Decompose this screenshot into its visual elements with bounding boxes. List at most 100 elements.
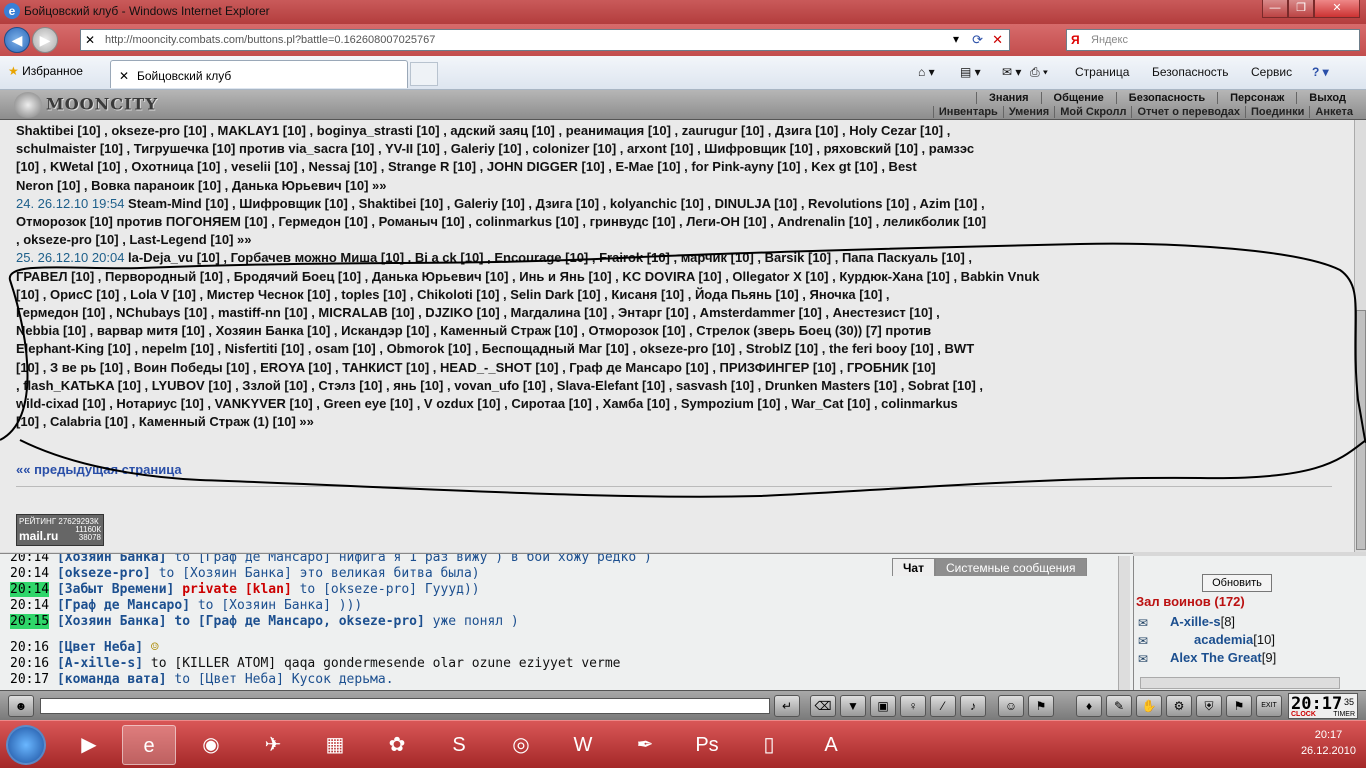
clock-label: CLOCK — [1291, 711, 1316, 718]
user-item[interactable]: Alex The Great[9] — [1170, 650, 1276, 665]
action-icon-4[interactable]: ⚙ — [1166, 695, 1192, 717]
new-tab-button[interactable] — [410, 62, 438, 86]
smiles-icon[interactable]: ☺ — [998, 695, 1024, 717]
send-icon[interactable]: ↵ — [774, 695, 800, 717]
tools-menu[interactable]: Сервис — [1251, 65, 1292, 79]
menu-knowledge[interactable]: Знания — [976, 92, 1040, 104]
turn-timestamp: 24. 26.12.10 19:54 — [16, 195, 125, 211]
help-icon[interactable]: ? ▾ — [1312, 65, 1329, 79]
chat-input[interactable] — [40, 698, 770, 714]
word-icon[interactable]: W — [556, 725, 610, 765]
clear-icon[interactable]: ⌫ — [810, 695, 836, 717]
log-line: [10] , Calabria [10] , Каменный Страж (1… — [16, 414, 314, 430]
stop-icon[interactable]: ✕ — [992, 32, 1003, 48]
action-icon-3[interactable]: ✋ — [1136, 695, 1162, 717]
yandex-icon: Я — [1071, 33, 1080, 47]
menu-battles[interactable]: Поединки — [1245, 106, 1309, 118]
refresh-button[interactable]: Обновить — [1202, 574, 1272, 592]
media-player-icon[interactable]: ▶ — [62, 725, 116, 765]
log-line: Гермедон [10] , NChubays [10] , mastiff-… — [16, 305, 940, 321]
system-tray-clock[interactable]: 20:17 26.12.2010 — [1301, 727, 1356, 759]
people-icon[interactable]: ♀ — [900, 695, 926, 717]
user-item[interactable]: A-xille-s[8] — [1170, 614, 1235, 629]
mailru-rating-counter[interactable]: РЕЙТИНГ 27629293К mail.ru 11160К 38078 — [16, 514, 104, 546]
user-action-icon[interactable]: ✉ — [1138, 652, 1160, 666]
app-icon[interactable]: ✈ — [246, 725, 300, 765]
tab-chat[interactable]: Чат — [892, 558, 935, 576]
smiley-icon: ☺ — [150, 640, 159, 655]
page-menu[interactable]: Страница — [1075, 65, 1129, 79]
chat-tabs: Чат Системные сообщения — [892, 558, 1087, 576]
photoshop-icon[interactable]: Ps — [680, 725, 734, 765]
turn-timestamp: 25. 26.12.10 20:04 — [16, 250, 125, 266]
chat-scrollbar[interactable] — [1118, 556, 1130, 690]
app-icon-2[interactable]: ✒ — [618, 725, 672, 765]
chat-line: 20:17 [команда вата] to [Цвет Неба] Кусо… — [10, 672, 394, 687]
ie-taskbar-icon[interactable]: e — [122, 725, 176, 765]
maximize-button[interactable]: ❐ — [1288, 0, 1314, 18]
feeds-icon[interactable]: ▤ ▾ — [960, 65, 981, 79]
print-icon[interactable]: ⎙ ▾ — [1030, 65, 1048, 80]
filter-icon[interactable]: ▼ — [840, 695, 866, 717]
user-item[interactable]: academia[10] — [1194, 632, 1275, 647]
content-scrollbar[interactable] — [1354, 120, 1366, 552]
app-icon-3[interactable]: ▯ — [742, 725, 796, 765]
battle-log-area: Shaktibei [10] , okseze-pro [10] , MAKLA… — [0, 120, 1354, 552]
user-action-icon[interactable]: ✉ — [1138, 634, 1160, 648]
user-action-icon[interactable]: ✉ — [1138, 616, 1160, 630]
translit-icon[interactable]: ⚑ — [1028, 695, 1054, 717]
menu-profile[interactable]: Анкета — [1309, 106, 1358, 118]
action-icon-5[interactable]: ⛨ — [1196, 695, 1222, 717]
tray-date: 26.12.2010 — [1300, 745, 1356, 757]
search-field[interactable]: Я Яндекс — [1066, 29, 1360, 51]
action-icon-2[interactable]: ✎ — [1106, 695, 1132, 717]
chat-line: 20:14 [Забыт Времени] private [klan] to … — [10, 582, 480, 597]
firefox-icon[interactable]: ◉ — [184, 725, 238, 765]
mail-icon[interactable]: ✉ ▾ — [1002, 65, 1021, 79]
address-field[interactable]: ✕ http://mooncity.combats.com/buttons.pl… — [80, 29, 1010, 51]
scroll-thumb[interactable] — [1356, 310, 1366, 550]
log-line: , flash_KATЬKA [10] , LYUBOV [10] , Ззло… — [16, 377, 984, 393]
action-icon-1[interactable]: ♦ — [1076, 695, 1102, 717]
mute-icon[interactable]: ♪ — [960, 695, 986, 717]
forward-button[interactable]: ▶ — [32, 27, 58, 53]
icq-icon[interactable]: ✿ — [370, 725, 424, 765]
users-hscrollbar[interactable] — [1140, 677, 1340, 689]
divider — [16, 486, 1332, 487]
private-icon[interactable]: ⁄ — [930, 695, 956, 717]
menu-scroll[interactable]: Мой Скролл — [1054, 106, 1131, 118]
previous-page-link[interactable]: «« предыдущая страница — [16, 462, 182, 477]
exit-button[interactable]: EXIT — [1256, 695, 1282, 717]
back-button[interactable]: ◀ — [4, 27, 30, 53]
turn-25: 25. 26.12.10 20:04 la-Deja_vu [10] , Гор… — [16, 249, 1336, 267]
favorites-button[interactable]: ★ Избранное — [8, 64, 83, 78]
skype-icon[interactable]: S — [432, 725, 486, 765]
chat-line: 20:14 [okseze-pro] to [Хозяин Банка] это… — [10, 566, 480, 581]
menu-exit[interactable]: Выход — [1296, 92, 1358, 104]
chat-mode-icon[interactable]: ☻ — [8, 695, 34, 717]
log-line: wild-cixad [10] , Нотариус [10] , VANKYV… — [16, 396, 958, 412]
chrome-icon[interactable]: ◎ — [494, 725, 548, 765]
refresh-icon[interactable]: ⟳ — [972, 32, 983, 48]
menu-communication[interactable]: Общение — [1040, 92, 1116, 104]
close-button[interactable]: ✕ — [1314, 0, 1360, 18]
tab-fight-club[interactable]: ✕ Бойцовский клуб — [110, 60, 408, 88]
action-icon-6[interactable]: ⚑ — [1226, 695, 1252, 717]
acrobat-icon[interactable]: A — [804, 725, 858, 765]
explorer-icon[interactable]: ▦ — [308, 725, 362, 765]
dropdown-icon[interactable]: ▾ — [953, 32, 959, 46]
menu-skills[interactable]: Умения — [1002, 106, 1054, 118]
home-icon[interactable]: ⌂ ▾ — [918, 65, 935, 79]
save-icon[interactable]: ▣ — [870, 695, 896, 717]
start-button[interactable] — [6, 725, 46, 765]
minimize-button[interactable]: — — [1262, 0, 1288, 18]
menu-character[interactable]: Персонаж — [1217, 92, 1296, 104]
game-header: MOONCITY Знания Общение Безопасность Пер… — [0, 90, 1366, 120]
safety-menu[interactable]: Безопасность — [1152, 65, 1229, 79]
menu-transfers[interactable]: Отчет о переводах — [1131, 106, 1245, 118]
tab-system-messages[interactable]: Системные сообщения — [934, 558, 1087, 576]
menu-inventory[interactable]: Инвентарь — [932, 106, 1003, 118]
menu-security[interactable]: Безопасность — [1115, 92, 1217, 104]
window-title: Бойцовский клуб - Windows Internet Explo… — [24, 4, 270, 18]
log-line: Nebbia [10] , варвар митя [10] , Хозяин … — [16, 323, 932, 339]
